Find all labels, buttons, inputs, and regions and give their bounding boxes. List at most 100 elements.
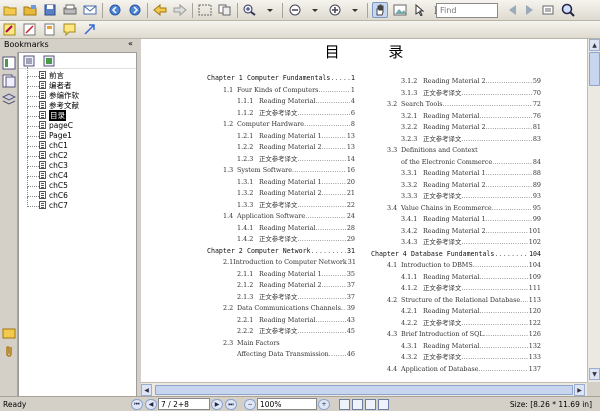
thumbnails-tab-icon[interactable]: [2, 74, 16, 88]
first-page-icon[interactable]: ⏮: [131, 398, 143, 410]
close-panel-icon[interactable]: «: [128, 39, 133, 48]
toc-entry[interactable]: 3.4.1 Reading Material 1.................…: [401, 213, 541, 223]
zoom-dropdown-icon[interactable]: [307, 2, 323, 18]
toc-entry[interactable]: 3.2.2 Reading Material 2.................…: [401, 121, 541, 131]
find-input[interactable]: [436, 3, 498, 18]
toc-entry[interactable]: 1.2.3正文参考译文.............................…: [237, 153, 355, 163]
arrow-tool-icon[interactable]: [82, 22, 98, 38]
scroll-left-icon[interactable]: ◀: [141, 384, 152, 396]
toc-entry[interactable]: 2.1.1Reading Material 1.................…: [237, 268, 355, 278]
toc-entry[interactable]: 2.1Introduction to Computer Network.....…: [223, 256, 356, 266]
toc-entry[interactable]: 1.2.1Reading Material 1.................…: [237, 130, 355, 140]
toc-entry[interactable]: 2.1.2Reading Material 2.................…: [237, 279, 355, 289]
toc-entry[interactable]: 2.3 Main Factors: [223, 337, 355, 347]
toc-entry[interactable]: 4.3.2 正文参考译文.............................…: [401, 351, 541, 361]
scroll-up-icon[interactable]: ▲: [589, 39, 600, 51]
paperclip-icon[interactable]: [2, 344, 16, 358]
hand-tool-icon[interactable]: [372, 2, 388, 18]
prev-page-icon[interactable]: [152, 2, 168, 18]
toc-entry[interactable]: 2.1.3正文参考译文.............................…: [237, 291, 355, 301]
toc-entry[interactable]: 2.2.2正文参考译文.............................…: [237, 325, 355, 335]
toc-entry[interactable]: 3.3 Definitions and Context: [387, 144, 541, 154]
zoom-in-status-icon[interactable]: +: [318, 398, 330, 410]
toc-entry[interactable]: 1.2.2Reading Material 2.................…: [237, 141, 355, 151]
page-number-field[interactable]: [158, 398, 210, 410]
toc-entry[interactable]: 1.3.1Reading Material 1.................…: [237, 176, 355, 186]
zoom-out-status-icon[interactable]: −: [244, 398, 256, 410]
facing-icon[interactable]: [365, 398, 376, 410]
toc-entry[interactable]: 4.1 Introduction to DBMS.................…: [387, 259, 541, 269]
bookmark-options-icon[interactable]: [23, 55, 35, 67]
pointer-icon[interactable]: [412, 2, 428, 18]
toc-entry[interactable]: 3.1.2 Reading Material 2.................…: [401, 75, 541, 85]
toc-chapter[interactable]: Chapter 1Computer Fundamentals..........…: [207, 72, 355, 82]
toc-entry[interactable]: 1.4.2正文参考译文.............................…: [237, 233, 355, 243]
toc-entry[interactable]: 4.2.2 正文参考译文.............................…: [401, 317, 541, 327]
highlight-icon[interactable]: [2, 22, 18, 38]
toc-entry[interactable]: 4.1.2 正文参考译文.............................…: [401, 282, 541, 292]
comment-icon[interactable]: [62, 22, 78, 38]
edit-note-icon[interactable]: [22, 22, 38, 38]
toc-entry[interactable]: 2.2.1Reading Material...................…: [237, 314, 355, 324]
toc-entry[interactable]: 2.2Data Communications Channels.........…: [223, 302, 355, 312]
find-next-icon[interactable]: [522, 2, 538, 18]
select-icon[interactable]: [197, 2, 213, 18]
zoom-plus-icon[interactable]: [327, 2, 343, 18]
attachments-tab-icon[interactable]: [2, 326, 16, 340]
open-file-icon[interactable]: [22, 2, 38, 18]
document-icon[interactable]: [42, 22, 58, 38]
forward-icon[interactable]: [127, 2, 143, 18]
toc-entry[interactable]: 3.2.3 正文参考译文.............................…: [401, 133, 541, 143]
toc-entry[interactable]: 3.4 Value Chains in Ecommerce............…: [387, 202, 541, 212]
toc-entry[interactable]: 4.3.1 Reading Material...................…: [401, 340, 541, 350]
horizontal-scroll-thumb[interactable]: [155, 385, 573, 395]
next-page-icon[interactable]: [172, 2, 188, 18]
toc-entry[interactable]: 1.1.2正文参考译文.............................…: [237, 107, 355, 117]
toc-entry[interactable]: 4.1.1 Reading Material...................…: [401, 271, 541, 281]
bookmarks-tab-icon[interactable]: [2, 56, 16, 70]
find-options-icon[interactable]: [540, 2, 556, 18]
scroll-right-icon[interactable]: ▶: [574, 384, 585, 396]
bookmark-item[interactable]: chC7: [27, 197, 68, 210]
vertical-scrollbar[interactable]: ▲ ▼: [587, 39, 600, 382]
toc-chapter[interactable]: Chapter 4Database Fundamentals..........…: [371, 248, 541, 258]
toc-entry[interactable]: Affecting Data Transmission.............…: [237, 348, 355, 358]
copy-icon[interactable]: [217, 2, 233, 18]
zoom-out-icon[interactable]: [287, 2, 303, 18]
vertical-scroll-thumb[interactable]: [589, 52, 600, 86]
toc-entry[interactable]: 4.2 Structure of the Relational Database.…: [387, 294, 541, 304]
email-icon[interactable]: [82, 2, 98, 18]
toc-entry[interactable]: 1.3.3正文参考译文.............................…: [237, 199, 355, 209]
toc-entry[interactable]: 3.3.3 正文参考译文.............................…: [401, 190, 541, 200]
toc-entry[interactable]: 3.2.1 Reading Material...................…: [401, 110, 541, 120]
zoom-plus-dropdown-icon[interactable]: [347, 2, 363, 18]
toc-entry[interactable]: 1.3.2Reading Material 2.................…: [237, 187, 355, 197]
toc-entry[interactable]: 3.3.2 Reading Material 2.................…: [401, 179, 541, 189]
search-icon[interactable]: [560, 2, 576, 18]
print-icon[interactable]: [62, 2, 78, 18]
save-icon[interactable]: [42, 2, 58, 18]
toc-entry[interactable]: 3.4.2 Reading Material 2.................…: [401, 225, 541, 235]
toc-entry[interactable]: of the Electronic Commerce..............…: [401, 156, 541, 166]
zoom-menu-icon[interactable]: [262, 2, 278, 18]
zoom-in-icon[interactable]: [242, 2, 258, 18]
horizontal-scrollbar[interactable]: ◀ ▶: [141, 382, 587, 396]
toc-entry[interactable]: 4.4 Application of Database..............…: [387, 363, 541, 373]
find-prev-icon[interactable]: [504, 2, 520, 18]
toc-chapter[interactable]: Chapter 2Computer Network...............…: [207, 245, 355, 255]
toc-entry[interactable]: 3.3.1 Reading Material 1.................…: [401, 167, 541, 177]
last-page-icon[interactable]: ⏭: [225, 398, 237, 410]
toc-entry[interactable]: 1.3 System Software......................…: [223, 164, 355, 174]
toc-entry[interactable]: 3.2 Search Tools.........................…: [387, 98, 541, 108]
prev-page-button-icon[interactable]: ◀: [145, 398, 157, 410]
bookmark-expand-icon[interactable]: [43, 55, 55, 67]
single-page-icon[interactable]: [339, 398, 350, 410]
toc-entry[interactable]: 1.4.1Reading Material...................…: [237, 222, 355, 232]
toc-entry[interactable]: 3.4.3 正文参考译文.............................…: [401, 236, 541, 246]
scroll-down-icon[interactable]: ▼: [589, 368, 600, 380]
next-page-button-icon[interactable]: ▶: [211, 398, 223, 410]
layers-tab-icon[interactable]: [1, 92, 17, 106]
continuous-icon[interactable]: [352, 398, 363, 410]
back-icon[interactable]: [107, 2, 123, 18]
zoom-level-field[interactable]: [257, 398, 317, 410]
